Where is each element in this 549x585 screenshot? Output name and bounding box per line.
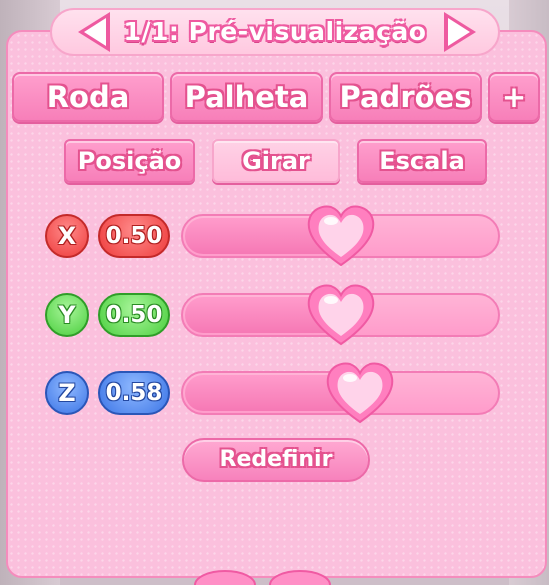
next-page-button[interactable]: [438, 8, 482, 56]
tab-posicao[interactable]: Posição: [64, 139, 195, 183]
y-slider-handle[interactable]: [305, 282, 377, 348]
prev-page-button[interactable]: [72, 8, 116, 56]
axis-y-badge: Y: [45, 293, 89, 337]
tab-escala[interactable]: Escala: [357, 139, 487, 183]
axis-z-badge: Z: [45, 371, 89, 415]
tab-roda[interactable]: Roda: [12, 72, 164, 122]
heart-icon: [307, 205, 375, 267]
heart-icon: [326, 362, 394, 424]
z-slider-handle[interactable]: [324, 360, 396, 426]
z-value-badge: 0.58: [98, 371, 170, 415]
y-value-badge: 0.50: [98, 293, 170, 337]
reset-button[interactable]: Redefinir: [182, 438, 370, 482]
page-title: 1/1: Pré-visualização: [123, 17, 427, 46]
heart-icon: [307, 284, 375, 346]
chevron-left-icon: [78, 12, 110, 52]
tab-padroes[interactable]: Padrões: [329, 72, 482, 122]
x-slider-handle[interactable]: [305, 203, 377, 269]
add-tab-button[interactable]: +: [488, 72, 540, 122]
tab-girar[interactable]: Girar: [212, 139, 340, 183]
chevron-right-icon: [444, 12, 476, 52]
decorative-hearts: [194, 570, 331, 585]
axis-x-badge: X: [45, 214, 89, 258]
x-value-badge: 0.50: [98, 214, 170, 258]
tab-palheta[interactable]: Palheta: [170, 72, 323, 122]
